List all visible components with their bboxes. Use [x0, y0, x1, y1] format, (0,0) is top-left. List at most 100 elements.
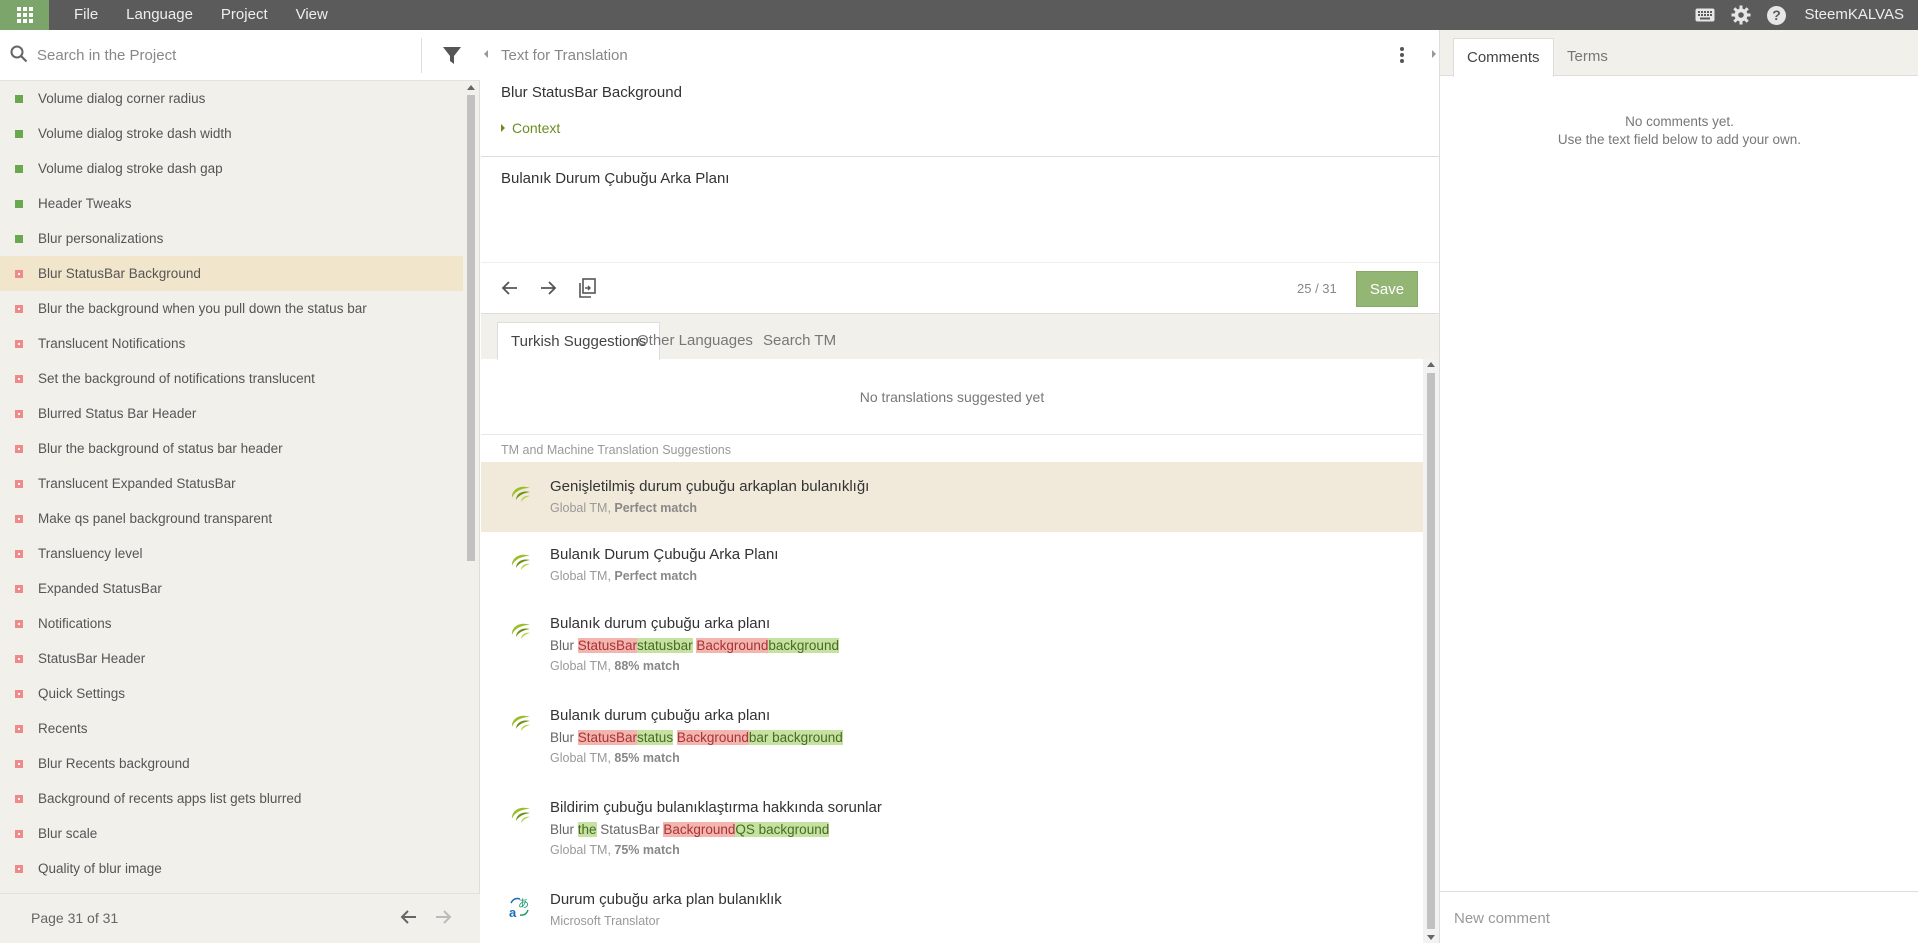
list-item-label: Blur scale — [38, 826, 98, 841]
match-quality: 75% match — [614, 843, 680, 857]
list-item[interactable]: Volume dialog corner radius — [0, 81, 464, 116]
menu-file[interactable]: File — [60, 0, 112, 30]
list-item[interactable]: Blurred Status Bar Header — [0, 396, 464, 431]
list-item[interactable]: Set the background of notifications tran… — [0, 361, 464, 396]
string-list-scrollbar[interactable] — [463, 81, 479, 919]
user-name[interactable]: SteemKALVAS — [1795, 0, 1918, 30]
translation-memory-icon — [511, 807, 530, 823]
list-item[interactable]: Blur personalizations — [0, 221, 464, 256]
untranslated-status-icon — [15, 654, 23, 663]
expand-triangle-icon — [501, 124, 505, 132]
match-quality: Perfect match — [614, 501, 698, 515]
list-item[interactable]: Blur Recents background — [0, 746, 464, 781]
translated-status-icon — [15, 94, 23, 103]
list-item-label: Volume dialog stroke dash gap — [38, 161, 223, 176]
list-item[interactable]: Blur StatusBar Background — [0, 256, 464, 291]
list-item[interactable]: Translucent Notifications — [0, 326, 464, 361]
diff-inserted: statusbar — [637, 638, 693, 653]
suggestion-item[interactable]: a あ Durum çubuğu arka plan bulanıklık Micro… — [481, 875, 1423, 943]
save-button[interactable]: Save — [1356, 271, 1418, 307]
suggestion-item[interactable]: Bulanık durum çubuğu arka planı Blur Stat… — [481, 691, 1423, 783]
diff-deleted: Background — [676, 730, 749, 745]
diff-inserted: bar background — [748, 730, 843, 745]
list-item-label: Blur the background of status bar header — [38, 441, 283, 456]
collapse-left-arrow-icon[interactable] — [484, 50, 488, 58]
suggestion-meta: Global TM, 75% match — [550, 843, 680, 857]
translation-input[interactable] — [501, 170, 1419, 260]
help-icon[interactable]: ? — [1759, 0, 1795, 30]
untranslated-status-icon — [15, 619, 23, 628]
apps-grid-icon[interactable] — [0, 0, 49, 30]
list-item[interactable]: Quality of blur image — [0, 851, 464, 886]
list-item[interactable]: Expanded StatusBar — [0, 571, 464, 606]
next-string-arrow-icon[interactable] — [535, 275, 561, 301]
comments-panel: Comments Terms No comments yet. Use the … — [1439, 30, 1918, 943]
previous-string-arrow-icon[interactable] — [497, 275, 523, 301]
menu-project[interactable]: Project — [207, 0, 282, 30]
suggestion-meta: Global TM, 88% match — [550, 659, 680, 673]
translated-status-icon — [15, 199, 23, 208]
filter-icon[interactable] — [442, 46, 462, 66]
prev-page-arrow-icon[interactable] — [400, 908, 418, 926]
list-item-label: Quick Settings — [38, 686, 126, 701]
search-icon — [10, 45, 28, 63]
gear-icon[interactable] — [1723, 0, 1759, 30]
suggestion-text: Bildirim çubuğu bulanıklaştırma hakkında… — [550, 799, 882, 816]
context-toggle[interactable]: Context — [501, 120, 560, 136]
tab-search-tm[interactable]: Search TM — [750, 322, 849, 360]
diff-inserted: QS background — [735, 822, 830, 837]
suggestion-item[interactable]: Bildirim çubuğu bulanıklaştırma hakkında… — [481, 783, 1423, 875]
menu-view[interactable]: View — [282, 0, 342, 30]
tab-other-languages[interactable]: Other Languages — [624, 322, 766, 360]
suggestion-text: Bulanık durum çubuğu arka planı — [550, 615, 771, 632]
list-item[interactable]: Blur the background of status bar header — [0, 431, 464, 466]
list-item-label: Translucent Notifications — [38, 336, 186, 351]
list-item[interactable]: Header Tweaks — [0, 186, 464, 221]
suggestion-item[interactable]: Bulanık durum çubuğu arka planı Blur Stat… — [481, 599, 1423, 691]
suggestions-scrollbar[interactable] — [1423, 359, 1439, 943]
tab-comments[interactable]: Comments — [1453, 38, 1554, 77]
list-item[interactable]: Volume dialog stroke dash width — [0, 116, 464, 151]
source-diff: Blur the StatusBar BackgroundQS backgrou… — [550, 822, 830, 837]
suggestion-tabs: Turkish Suggestions Other Languages Sear… — [481, 313, 1439, 360]
list-item[interactable]: Quick Settings — [0, 676, 464, 711]
list-item[interactable]: Blur scale — [0, 816, 464, 851]
new-comment-input[interactable] — [1454, 907, 1904, 929]
list-item-label: Make qs panel background transparent — [38, 511, 273, 526]
translation-memory-icon — [511, 623, 530, 639]
list-item[interactable]: Background of recents apps list gets blu… — [0, 781, 464, 816]
list-item[interactable]: Volume dialog stroke dash gap — [0, 151, 464, 186]
string-list: Volume dialog corner radius Volume dialog… — [0, 81, 464, 919]
list-item[interactable]: Transluency level — [0, 536, 464, 571]
list-item[interactable]: StatusBar Header — [0, 641, 464, 676]
copy-source-icon[interactable] — [574, 275, 600, 301]
keyboard-icon[interactable] — [1687, 0, 1723, 30]
suggestion-item[interactable]: Bulanık Durum Çubuğu Arka Planı Global TM… — [481, 530, 1423, 600]
more-options-icon[interactable] — [1400, 47, 1404, 63]
list-item[interactable]: Notifications — [0, 606, 464, 641]
suggestion-source: Global TM — [550, 659, 608, 673]
list-item[interactable]: Recents — [0, 711, 464, 746]
suggestion-source: Microsoft Translator — [550, 914, 660, 928]
list-item[interactable]: Blur the background when you pull down t… — [0, 291, 464, 326]
untranslated-status-icon — [15, 444, 23, 453]
top-bar: File Language Project View ? SteemKALVAS — [0, 0, 1918, 30]
list-item-label: Translucent Expanded StatusBar — [38, 476, 236, 491]
tab-terms[interactable]: Terms — [1554, 38, 1621, 77]
list-item-label: Volume dialog corner radius — [38, 91, 206, 106]
collapse-right-arrow-icon[interactable] — [1432, 50, 1436, 58]
diff-equal: Blur — [550, 730, 578, 745]
untranslated-status-icon — [15, 479, 23, 488]
suggestion-item[interactable]: Genişletilmiş durum çubuğu arkaplan bula… — [481, 462, 1423, 532]
list-item-label: Recents — [38, 721, 88, 736]
list-item[interactable]: Make qs panel background transparent — [0, 501, 464, 536]
translated-status-icon — [15, 129, 23, 138]
search-input[interactable] — [37, 43, 407, 68]
diff-equal: StatusBar — [596, 822, 664, 837]
menu-language[interactable]: Language — [112, 0, 207, 30]
translation-memory-icon — [511, 715, 530, 731]
list-item-label: Blur personalizations — [38, 231, 164, 246]
list-item[interactable]: Translucent Expanded StatusBar — [0, 466, 464, 501]
suggestion-text: Genişletilmiş durum çubuğu arkaplan bula… — [550, 478, 870, 495]
suggestion-meta: Microsoft Translator — [550, 914, 660, 928]
